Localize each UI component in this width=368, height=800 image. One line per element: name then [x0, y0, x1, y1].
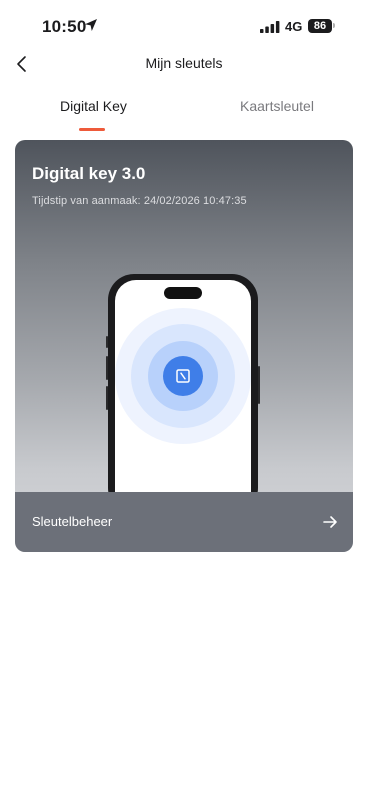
phone-side-button: [258, 366, 260, 404]
key-management-label: Sleutelbeheer: [32, 514, 113, 529]
phone-side-button: [106, 336, 108, 348]
phone-screen: [115, 280, 251, 520]
card-created-time: Tijdstip van aanmaak: 24/02/2026 10:47:3…: [32, 195, 247, 207]
battery-tip: [333, 23, 335, 28]
location-arrow-icon: [85, 19, 97, 31]
page-title: Mijn sleutels: [145, 55, 223, 71]
battery-level: 86: [308, 19, 332, 33]
status-time: 10:50: [42, 17, 87, 36]
phone-illustration: [106, 274, 260, 520]
network-type: 4G: [285, 19, 303, 34]
nfc-key-icon: [176, 369, 190, 383]
phone-side-button: [106, 386, 108, 410]
tab-kaartsleutel[interactable]: Kaartsleutel: [240, 98, 314, 114]
phone-side-button: [106, 356, 108, 380]
key-management-button[interactable]: Sleutelbeheer: [15, 492, 353, 552]
card-title: Digital key 3.0: [32, 164, 146, 183]
dynamic-island: [164, 287, 202, 299]
key-badge: [163, 356, 203, 396]
digital-key-card: Digital key 3.0 Tijdstip van aanmaak: 24…: [15, 140, 353, 552]
tab-digital-key[interactable]: Digital Key: [60, 98, 127, 114]
signal-icon: [260, 21, 280, 33]
arrow-right-icon: [323, 516, 337, 528]
active-tab-indicator: [79, 128, 105, 131]
status-bar: 10:50 4G 86: [0, 0, 368, 54]
